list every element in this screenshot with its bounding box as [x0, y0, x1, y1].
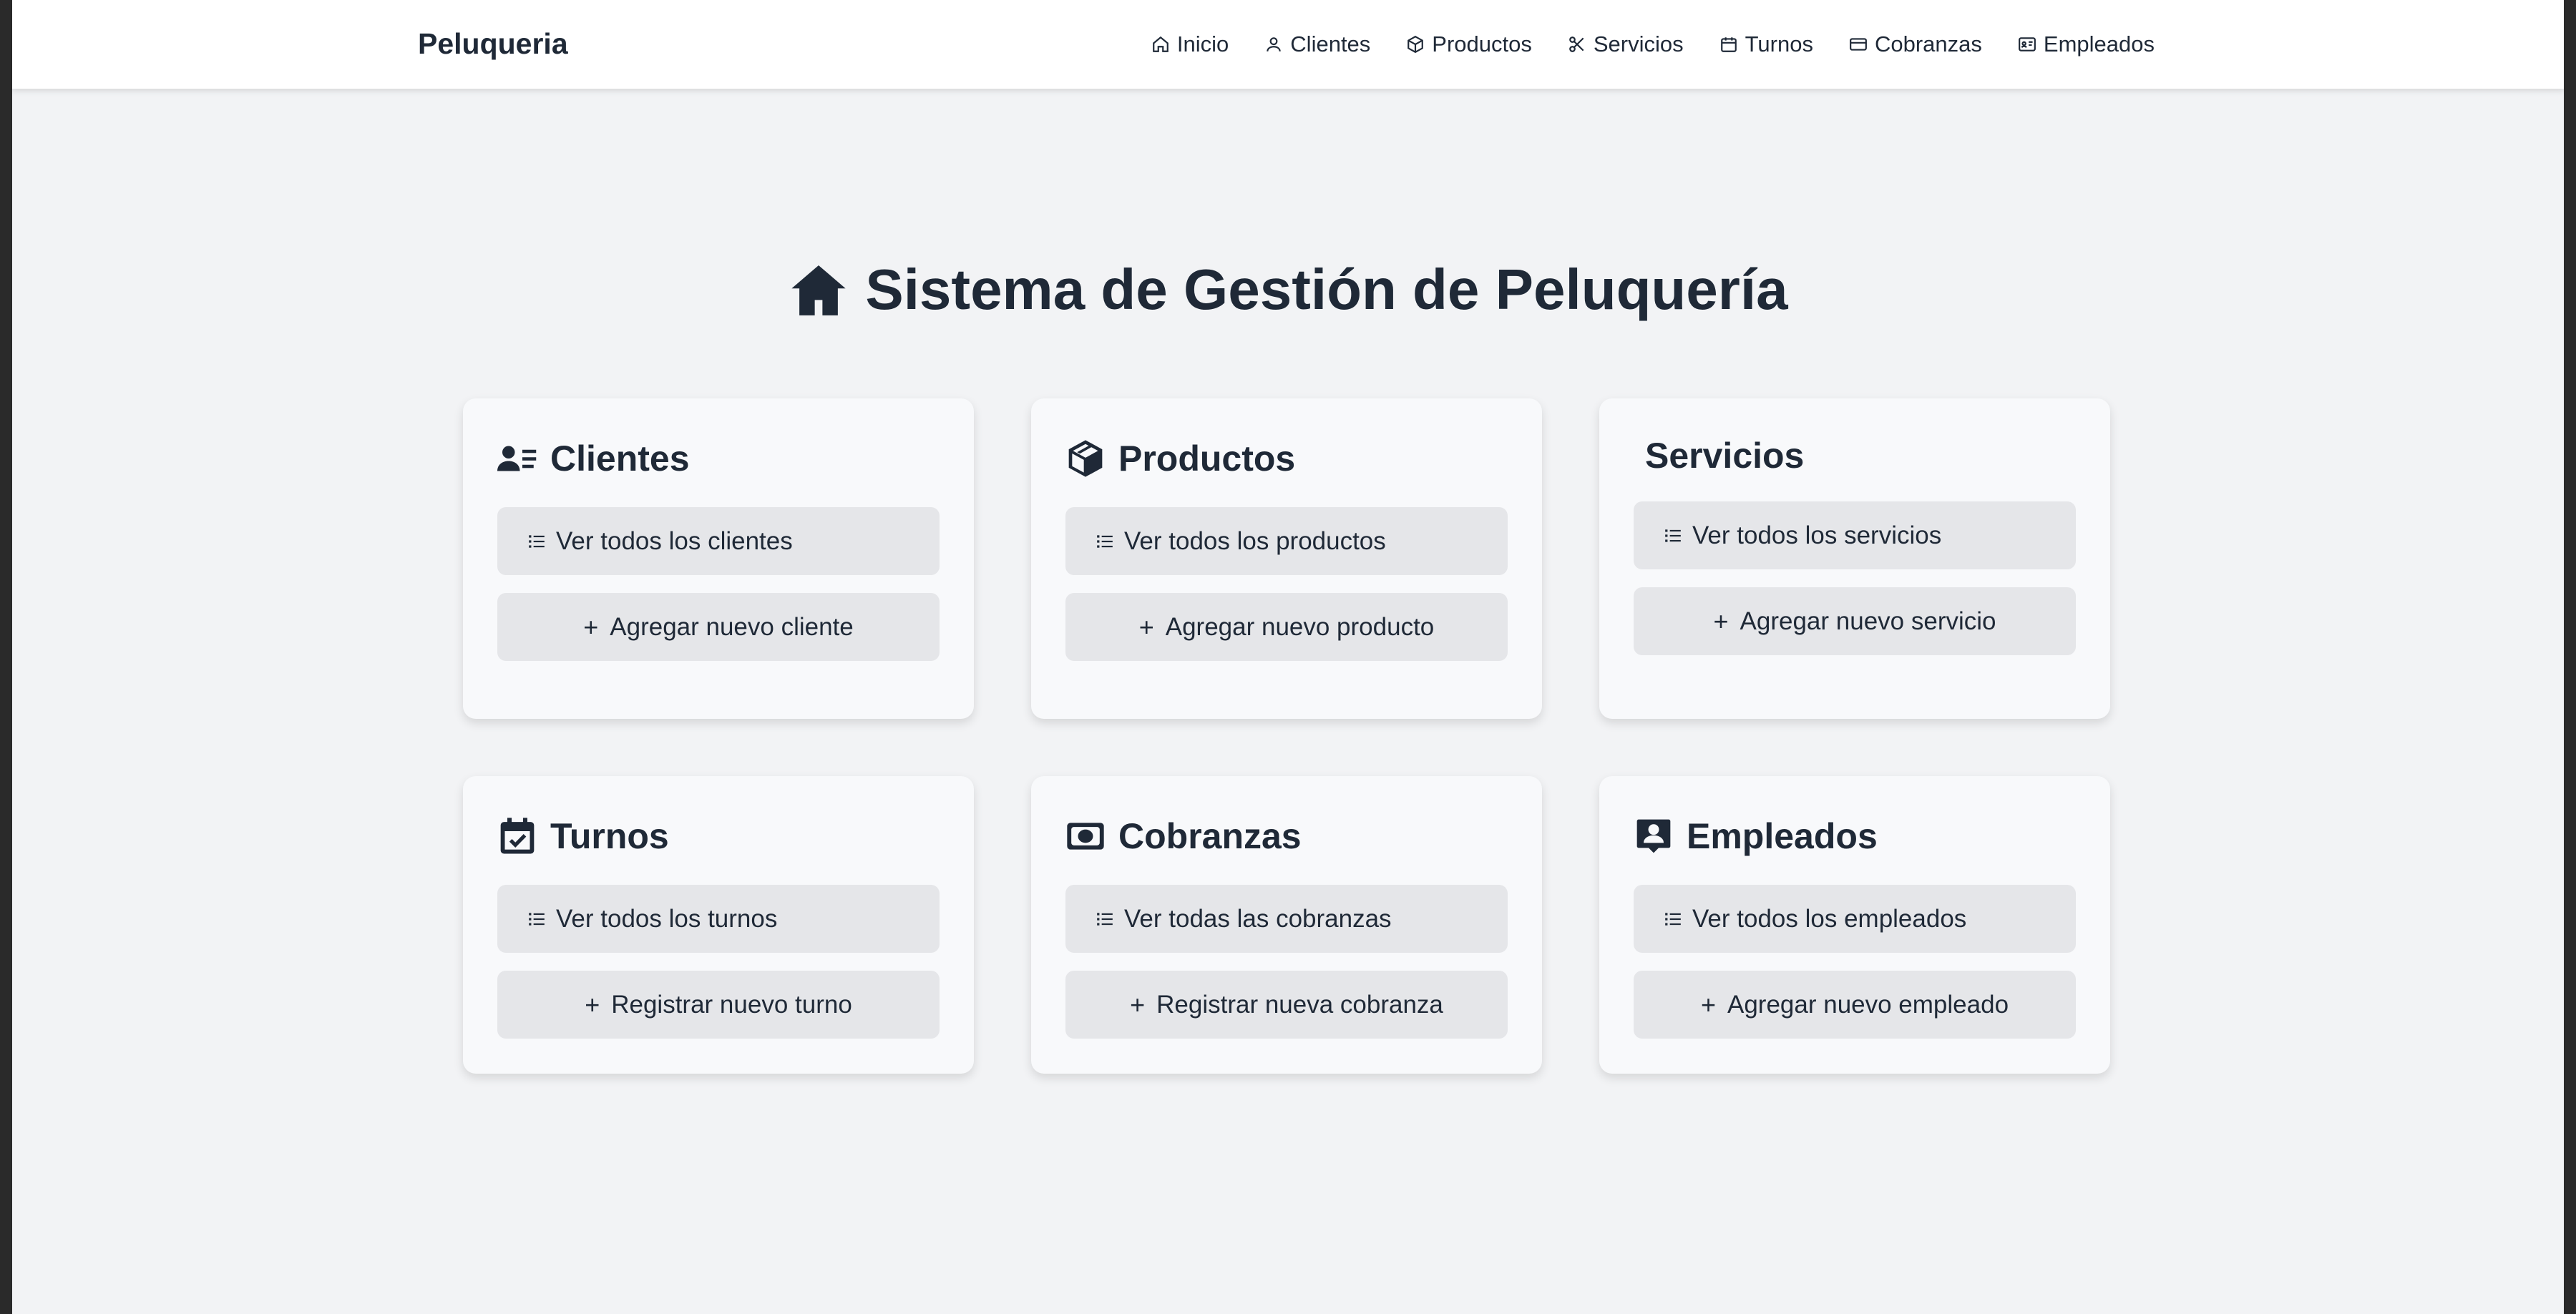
nav-turnos[interactable]: Turnos	[1719, 31, 1813, 57]
list-icon	[529, 534, 545, 548]
button-label: Agregar nuevo cliente	[610, 612, 854, 641]
view-all-cobranzas-button[interactable]: Ver todas las cobranzas	[1065, 885, 1508, 953]
add-turno-button[interactable]: + Registrar nuevo turno	[497, 971, 940, 1039]
add-producto-button[interactable]: + Agregar nuevo producto	[1065, 593, 1508, 661]
add-servicio-button[interactable]: + Agregar nuevo servicio	[1634, 587, 2076, 655]
nav-empleados-label: Empleados	[2043, 31, 2155, 57]
home-icon	[1153, 36, 1169, 52]
card-turnos: Turnos Ver todos los turnos + Registrar …	[463, 776, 974, 1074]
plus-icon: +	[583, 612, 599, 642]
button-label: Ver todos los productos	[1124, 526, 1386, 555]
list-icon	[1097, 534, 1113, 548]
card-title: Servicios	[1645, 436, 1805, 476]
view-all-clientes-button[interactable]: Ver todos los clientes	[497, 507, 940, 575]
list-icon	[1097, 912, 1113, 926]
user-icon	[1267, 37, 1282, 52]
nav-productos[interactable]: Productos	[1406, 31, 1532, 57]
button-label: Registrar nueva cobranza	[1156, 990, 1443, 1019]
nav-inicio[interactable]: Inicio	[1151, 31, 1229, 57]
add-cliente-button[interactable]: + Agregar nuevo cliente	[497, 593, 940, 661]
card-title: Cobranzas	[1118, 816, 1302, 856]
card-empleados: Empleados Ver todos los empleados + Agre…	[1599, 776, 2110, 1074]
nav-cobranzas-label: Cobranzas	[1874, 31, 1982, 57]
card-title: Turnos	[550, 816, 669, 856]
plus-icon: +	[1130, 989, 1146, 1019]
modules-grid: Clientes Ver todos los clientes + Agrega…	[463, 398, 2110, 1074]
button-label: Agregar nuevo servicio	[1740, 607, 1996, 635]
box-icon	[1407, 35, 1424, 54]
card-header: Servicios	[1645, 433, 1804, 479]
page-title: Sistema de Gestión de Peluquería	[12, 254, 2564, 325]
list-icon	[529, 912, 545, 926]
nav-servicios[interactable]: Servicios	[1568, 31, 1684, 57]
credit-card-icon	[1850, 38, 1867, 51]
app-frame: Peluqueria Inicio Clientes Productos Ser…	[12, 0, 2564, 1314]
card-productos: Productos Ver todos los productos + Agre…	[1031, 398, 1542, 719]
view-all-servicios-button[interactable]: Ver todos los servicios	[1634, 501, 2076, 569]
address-card-icon	[497, 446, 537, 471]
list-icon	[1665, 529, 1681, 542]
card-header: Cobranzas	[1065, 813, 1302, 859]
button-label: Ver todas las cobranzas	[1124, 904, 1392, 933]
button-label: Ver todos los servicios	[1692, 521, 1942, 549]
card-header: Clientes	[497, 436, 690, 481]
view-all-empleados-button[interactable]: Ver todos los empleados	[1634, 885, 2076, 953]
plus-icon: +	[1138, 612, 1154, 642]
button-label: Agregar nuevo producto	[1165, 612, 1435, 641]
page-heading: Sistema de Gestión de Peluquería	[865, 258, 1788, 321]
card-header: Productos	[1065, 436, 1295, 481]
nav-servicios-label: Servicios	[1593, 31, 1684, 57]
add-empleado-button[interactable]: + Agregar nuevo empleado	[1634, 971, 2076, 1039]
nav-clientes[interactable]: Clientes	[1264, 31, 1370, 57]
scissors-icon	[1569, 36, 1584, 52]
nav-clientes-label: Clientes	[1290, 31, 1371, 57]
nav-cobranzas[interactable]: Cobranzas	[1849, 31, 1982, 57]
button-label: Agregar nuevo empleado	[1727, 990, 2009, 1019]
button-label: Ver todos los turnos	[556, 904, 778, 933]
list-icon	[1665, 912, 1681, 926]
card-cobranzas: Cobranzas Ver todas las cobranzas + Regi…	[1031, 776, 1542, 1074]
plus-icon: +	[1700, 989, 1716, 1019]
employee-badge-icon	[1636, 819, 1671, 853]
home-solid-icon	[791, 265, 846, 315]
view-all-productos-button[interactable]: Ver todos los productos	[1065, 507, 1508, 575]
nav-empleados[interactable]: Empleados	[2018, 31, 2155, 57]
plus-icon: +	[1713, 606, 1729, 636]
money-bill-icon	[1067, 823, 1104, 850]
card-header: Empleados	[1634, 813, 1878, 859]
calendar-icon	[1720, 37, 1737, 52]
brand-logo[interactable]: Peluqueria	[418, 26, 568, 62]
card-title: Empleados	[1687, 816, 1878, 856]
button-label: Ver todos los empleados	[1692, 904, 1967, 933]
navbar: Peluqueria Inicio Clientes Productos Ser…	[12, 0, 2564, 89]
nav-turnos-label: Turnos	[1745, 31, 1813, 57]
view-all-turnos-button[interactable]: Ver todos los turnos	[497, 885, 940, 953]
calendar-check-icon	[500, 818, 535, 854]
card-servicios: Servicios Ver todos los servicios + Agre…	[1599, 398, 2110, 719]
plus-icon: +	[585, 989, 600, 1019]
nav-productos-label: Productos	[1432, 31, 1532, 57]
button-label: Ver todos los clientes	[556, 526, 793, 555]
card-clientes: Clientes Ver todos los clientes + Agrega…	[463, 398, 974, 719]
nav-inicio-label: Inicio	[1176, 31, 1229, 57]
nav-links: Inicio Clientes Productos Servicios Turn…	[1151, 0, 2155, 89]
card-title: Clientes	[550, 438, 690, 479]
button-label: Registrar nuevo turno	[611, 990, 852, 1019]
card-header: Turnos	[497, 813, 669, 859]
card-title: Productos	[1118, 438, 1296, 479]
add-cobranza-button[interactable]: + Registrar nueva cobranza	[1065, 971, 1508, 1039]
box-open-icon	[1068, 440, 1103, 477]
id-card-icon	[2018, 37, 2036, 52]
